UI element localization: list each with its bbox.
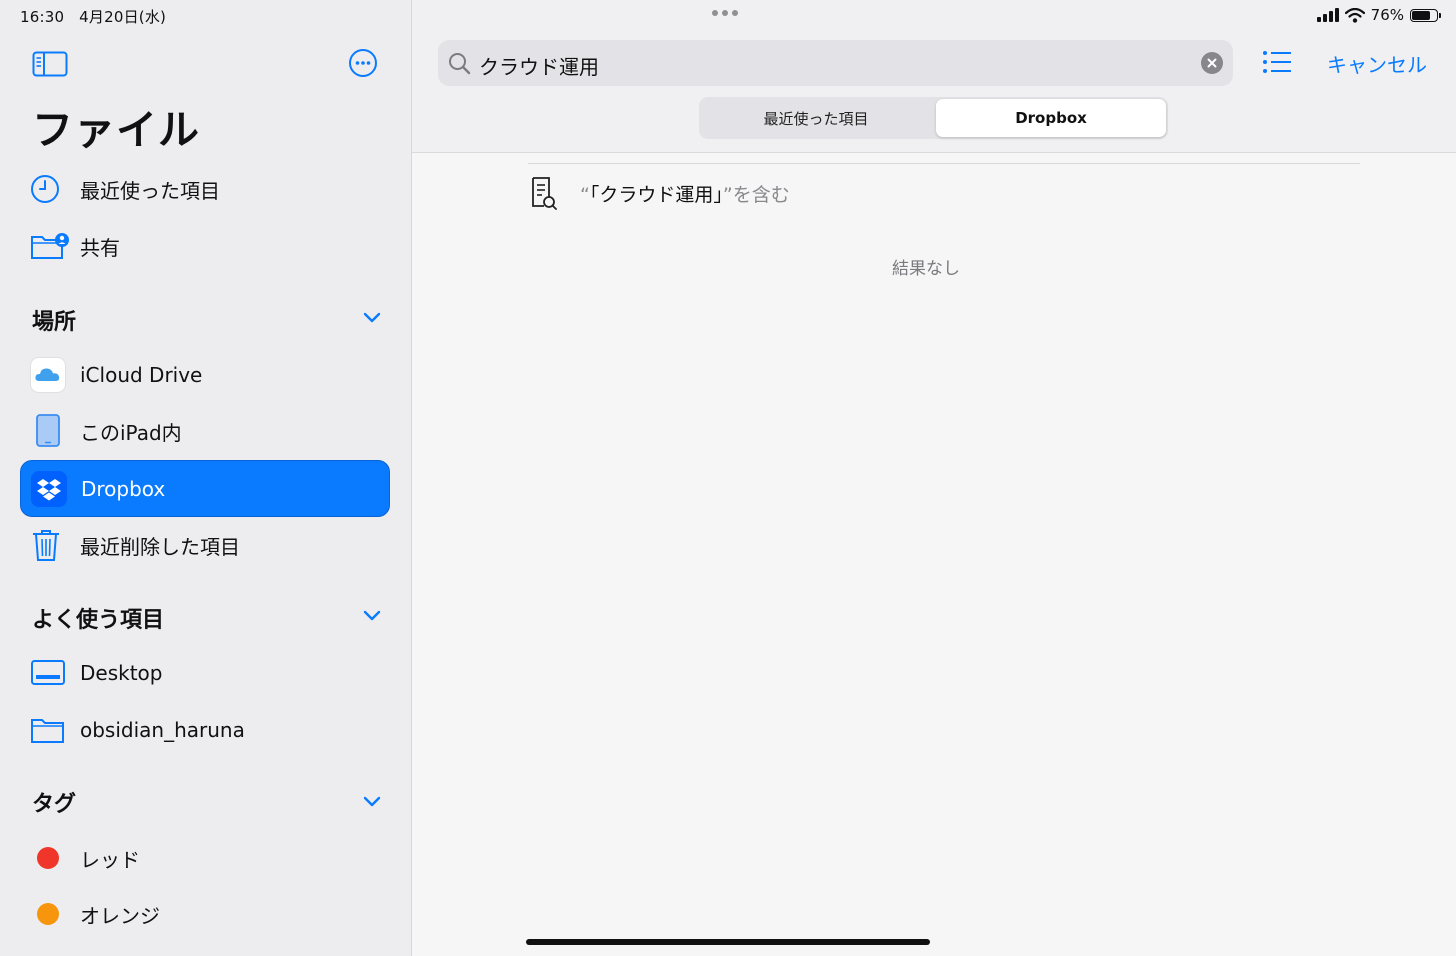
favorites-collapse-button[interactable]	[362, 608, 382, 627]
clock-time: 16:30	[20, 8, 65, 26]
tags-collapse-button[interactable]	[362, 794, 382, 813]
section-header-favorites: よく使う項目	[32, 608, 165, 633]
search-suggestion-row[interactable]: “「クラウド運用」”を含む	[530, 176, 790, 210]
suggestion-suffix: ”を含む	[722, 183, 790, 206]
section-header-tags: タグ	[32, 792, 77, 817]
sidebar-item-label: レッド	[80, 847, 140, 872]
sidebar-toggle-button[interactable]	[32, 51, 68, 81]
desktop-icon	[20, 658, 80, 688]
cancel-button[interactable]: キャンセル	[1327, 49, 1427, 78]
sidebar: 16:30 4月20日(水) ファイル 最近使った項目 共有 場所 iCloud…	[0, 0, 412, 956]
sidebar-item-label: 共有	[80, 235, 120, 260]
suggestion-query: 「クラウド運用」	[589, 183, 723, 206]
no-results-text: 結果なし	[892, 259, 960, 279]
close-icon	[1207, 58, 1217, 68]
search-scope-control: 最近使った項目 Dropbox	[699, 97, 1168, 139]
trash-icon	[20, 528, 80, 562]
quote-open: “	[580, 183, 590, 206]
sidebar-item-tag-red[interactable]: レッド	[20, 831, 390, 885]
clear-search-button[interactable]	[1201, 52, 1223, 74]
sidebar-item-label: Dropbox	[81, 476, 166, 501]
list-bullet-icon	[1263, 51, 1291, 73]
ipad-icon	[20, 413, 80, 449]
home-indicator[interactable]	[526, 939, 930, 945]
more-options-button[interactable]	[348, 48, 378, 82]
scope-tab-recents[interactable]: 最近使った項目	[701, 99, 931, 137]
dropbox-icon	[21, 470, 81, 507]
sidebar-toggle-icon	[32, 51, 68, 77]
sidebar-item-label: 最近使った項目	[80, 178, 220, 203]
sidebar-item-label: obsidian_haruna	[80, 718, 245, 742]
document-search-icon	[532, 177, 557, 210]
tag-dot-orange-icon	[20, 902, 80, 926]
sidebar-item-label: オレンジ	[80, 903, 160, 928]
shared-folder-icon	[20, 232, 80, 260]
sidebar-item-label: Desktop	[80, 661, 163, 685]
status-date: 4月20日(水)	[79, 8, 167, 26]
cellular-signal-icon	[1316, 8, 1339, 22]
section-header-locations: 場所	[32, 310, 77, 335]
sidebar-item-shared[interactable]: 共有	[20, 219, 390, 273]
sidebar-item-on-my-ipad[interactable]: このiPad内	[20, 404, 390, 458]
sidebar-item-desktop[interactable]: Desktop	[20, 646, 390, 700]
battery-icon	[1410, 8, 1441, 22]
sidebar-item-label: iCloud Drive	[80, 363, 203, 387]
search-suggestion-text: “「クラウド運用」”を含む	[580, 180, 790, 207]
battery-percent: 76%	[1370, 6, 1404, 24]
chevron-down-icon	[363, 312, 381, 323]
sidebar-item-recently-deleted[interactable]: 最近削除した項目	[20, 518, 390, 572]
wifi-icon	[1344, 7, 1365, 23]
search-input-value[interactable]: クラウド運用	[479, 51, 599, 80]
sidebar-item-recents[interactable]: 最近使った項目	[20, 162, 390, 216]
ellipsis-circle-icon	[349, 49, 377, 77]
view-options-button[interactable]	[1262, 50, 1292, 78]
clock-icon	[20, 174, 80, 204]
multitasking-handle[interactable]	[712, 10, 738, 16]
icloud-icon	[20, 357, 80, 393]
sidebar-item-label: 最近削除した項目	[80, 534, 240, 559]
sidebar-title: ファイル	[32, 106, 200, 154]
sidebar-item-icloud-drive[interactable]: iCloud Drive	[20, 348, 390, 402]
search-field[interactable]: クラウド運用	[438, 40, 1233, 86]
status-bar-right: 76%	[1316, 6, 1441, 24]
chevron-down-icon	[363, 796, 381, 807]
search-icon	[449, 53, 471, 75]
divider	[528, 163, 1360, 164]
search-header: 76% クラウド運用 キャンセル 最近使った項目 Dropbox	[412, 0, 1456, 153]
status-bar-time: 16:30 4月20日(水)	[20, 6, 166, 27]
chevron-down-icon	[363, 610, 381, 621]
folder-icon	[20, 715, 80, 745]
main-pane: 76% クラウド運用 キャンセル 最近使った項目 Dropbox “「クラウド運…	[412, 0, 1456, 956]
sidebar-item-tag-orange[interactable]: オレンジ	[20, 887, 390, 941]
scope-tab-dropbox[interactable]: Dropbox	[936, 99, 1166, 137]
sidebar-item-obsidian-haruna[interactable]: obsidian_haruna	[20, 703, 390, 757]
sidebar-item-dropbox[interactable]: Dropbox	[20, 460, 390, 517]
tag-dot-red-icon	[20, 846, 80, 870]
sidebar-item-label: このiPad内	[80, 420, 182, 445]
locations-collapse-button[interactable]	[362, 310, 382, 329]
